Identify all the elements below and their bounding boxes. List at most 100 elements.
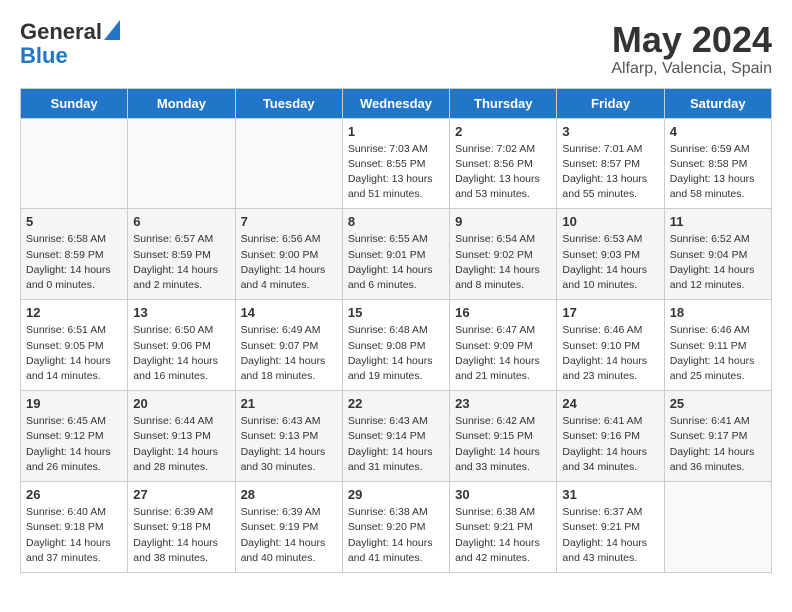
- day-number: 3: [562, 124, 658, 139]
- calendar-cell: 7 Sunrise: 6:56 AM Sunset: 9:00 PM Daylig…: [235, 209, 342, 300]
- day-info: Sunrise: 6:47 AM Sunset: 9:09 PM Dayligh…: [455, 323, 551, 384]
- calendar-cell: 9 Sunrise: 6:54 AM Sunset: 9:02 PM Daylig…: [450, 209, 557, 300]
- day-info: Sunrise: 6:43 AM Sunset: 9:13 PM Dayligh…: [241, 414, 337, 475]
- calendar-week-row: 5 Sunrise: 6:58 AM Sunset: 8:59 PM Daylig…: [21, 209, 772, 300]
- day-number: 5: [26, 214, 122, 229]
- calendar-cell: 25 Sunrise: 6:41 AM Sunset: 9:17 PM Dayli…: [664, 391, 771, 482]
- month-title: May 2024: [611, 20, 772, 60]
- calendar-cell: 22 Sunrise: 6:43 AM Sunset: 9:14 PM Dayli…: [342, 391, 449, 482]
- header-day-sunday: Sunday: [21, 88, 128, 118]
- calendar-cell: 19 Sunrise: 6:45 AM Sunset: 9:12 PM Dayli…: [21, 391, 128, 482]
- calendar-cell: [664, 482, 771, 573]
- day-number: 18: [670, 305, 766, 320]
- day-info: Sunrise: 6:54 AM Sunset: 9:02 PM Dayligh…: [455, 232, 551, 293]
- day-info: Sunrise: 6:44 AM Sunset: 9:13 PM Dayligh…: [133, 414, 229, 475]
- day-number: 17: [562, 305, 658, 320]
- day-number: 13: [133, 305, 229, 320]
- day-info: Sunrise: 6:42 AM Sunset: 9:15 PM Dayligh…: [455, 414, 551, 475]
- day-info: Sunrise: 6:43 AM Sunset: 9:14 PM Dayligh…: [348, 414, 444, 475]
- calendar-week-row: 1Sunrise: 7:03 AM Sunset: 8:55 PM Daylig…: [21, 118, 772, 209]
- day-info: Sunrise: 6:39 AM Sunset: 9:18 PM Dayligh…: [133, 505, 229, 566]
- day-info: Sunrise: 6:38 AM Sunset: 9:20 PM Dayligh…: [348, 505, 444, 566]
- calendar-cell: 15Sunrise: 6:48 AM Sunset: 9:08 PM Dayli…: [342, 300, 449, 391]
- day-info: Sunrise: 7:01 AM Sunset: 8:57 PM Dayligh…: [562, 142, 658, 203]
- header-day-friday: Friday: [557, 88, 664, 118]
- day-number: 7: [241, 214, 337, 229]
- day-number: 20: [133, 396, 229, 411]
- day-number: 10: [562, 214, 658, 229]
- calendar-cell: 12 Sunrise: 6:51 AM Sunset: 9:05 PM Dayli…: [21, 300, 128, 391]
- day-number: 2: [455, 124, 551, 139]
- calendar-cell: 11 Sunrise: 6:52 AM Sunset: 9:04 PM Dayli…: [664, 209, 771, 300]
- logo-text-line1: General: [20, 20, 102, 44]
- day-number: 24: [562, 396, 658, 411]
- day-info: Sunrise: 6:58 AM Sunset: 8:59 PM Dayligh…: [26, 232, 122, 293]
- day-number: 6: [133, 214, 229, 229]
- calendar-cell: 16 Sunrise: 6:47 AM Sunset: 9:09 PM Dayli…: [450, 300, 557, 391]
- calendar-cell: 5 Sunrise: 6:58 AM Sunset: 8:59 PM Daylig…: [21, 209, 128, 300]
- day-number: 19: [26, 396, 122, 411]
- day-info: Sunrise: 6:41 AM Sunset: 9:17 PM Dayligh…: [670, 414, 766, 475]
- day-info: Sunrise: 6:51 AM Sunset: 9:05 PM Dayligh…: [26, 323, 122, 384]
- day-number: 8: [348, 214, 444, 229]
- day-number: 16: [455, 305, 551, 320]
- calendar-cell: 6 Sunrise: 6:57 AM Sunset: 8:59 PM Daylig…: [128, 209, 235, 300]
- calendar-cell: 24 Sunrise: 6:41 AM Sunset: 9:16 PM Dayli…: [557, 391, 664, 482]
- page-header: General Blue May 2024 Alfarp, Valencia, …: [20, 20, 772, 78]
- calendar-cell: 28Sunrise: 6:39 AM Sunset: 9:19 PM Dayli…: [235, 482, 342, 573]
- day-number: 26: [26, 487, 122, 502]
- day-number: 25: [670, 396, 766, 411]
- day-info: Sunrise: 6:56 AM Sunset: 9:00 PM Dayligh…: [241, 232, 337, 293]
- calendar-header-row: SundayMondayTuesdayWednesdayThursdayFrid…: [21, 88, 772, 118]
- day-info: Sunrise: 6:57 AM Sunset: 8:59 PM Dayligh…: [133, 232, 229, 293]
- day-info: Sunrise: 6:45 AM Sunset: 9:12 PM Dayligh…: [26, 414, 122, 475]
- day-number: 31: [562, 487, 658, 502]
- day-info: Sunrise: 6:52 AM Sunset: 9:04 PM Dayligh…: [670, 232, 766, 293]
- calendar-cell: [235, 118, 342, 209]
- calendar-cell: 8 Sunrise: 6:55 AM Sunset: 9:01 PM Daylig…: [342, 209, 449, 300]
- header-day-saturday: Saturday: [664, 88, 771, 118]
- day-number: 9: [455, 214, 551, 229]
- day-number: 23: [455, 396, 551, 411]
- calendar-cell: 14 Sunrise: 6:49 AM Sunset: 9:07 PM Dayli…: [235, 300, 342, 391]
- day-info: Sunrise: 6:38 AM Sunset: 9:21 PM Dayligh…: [455, 505, 551, 566]
- day-number: 11: [670, 214, 766, 229]
- day-info: Sunrise: 6:59 AM Sunset: 8:58 PM Dayligh…: [670, 142, 766, 203]
- day-number: 30: [455, 487, 551, 502]
- calendar-cell: 3 Sunrise: 7:01 AM Sunset: 8:57 PM Daylig…: [557, 118, 664, 209]
- calendar-week-row: 26Sunrise: 6:40 AM Sunset: 9:18 PM Dayli…: [21, 482, 772, 573]
- day-info: Sunrise: 7:02 AM Sunset: 8:56 PM Dayligh…: [455, 142, 551, 203]
- calendar-table: SundayMondayTuesdayWednesdayThursdayFrid…: [20, 88, 772, 573]
- calendar-cell: 4 Sunrise: 6:59 AM Sunset: 8:58 PM Daylig…: [664, 118, 771, 209]
- day-info: Sunrise: 6:37 AM Sunset: 9:21 PM Dayligh…: [562, 505, 658, 566]
- header-day-tuesday: Tuesday: [235, 88, 342, 118]
- day-info: Sunrise: 6:55 AM Sunset: 9:01 PM Dayligh…: [348, 232, 444, 293]
- day-number: 4: [670, 124, 766, 139]
- day-number: 15: [348, 305, 444, 320]
- calendar-cell: 20 Sunrise: 6:44 AM Sunset: 9:13 PM Dayli…: [128, 391, 235, 482]
- day-info: Sunrise: 6:49 AM Sunset: 9:07 PM Dayligh…: [241, 323, 337, 384]
- calendar-week-row: 19 Sunrise: 6:45 AM Sunset: 9:12 PM Dayli…: [21, 391, 772, 482]
- day-info: Sunrise: 7:03 AM Sunset: 8:55 PM Dayligh…: [348, 142, 444, 203]
- calendar-cell: 23 Sunrise: 6:42 AM Sunset: 9:15 PM Dayli…: [450, 391, 557, 482]
- day-number: 22: [348, 396, 444, 411]
- location: Alfarp, Valencia, Spain: [611, 60, 772, 78]
- calendar-cell: 30 Sunrise: 6:38 AM Sunset: 9:21 PM Dayli…: [450, 482, 557, 573]
- day-info: Sunrise: 6:53 AM Sunset: 9:03 PM Dayligh…: [562, 232, 658, 293]
- day-number: 14: [241, 305, 337, 320]
- calendar-week-row: 12 Sunrise: 6:51 AM Sunset: 9:05 PM Dayli…: [21, 300, 772, 391]
- calendar-cell: [21, 118, 128, 209]
- logo-triangle-icon: [104, 20, 120, 40]
- calendar-cell: 2 Sunrise: 7:02 AM Sunset: 8:56 PM Daylig…: [450, 118, 557, 209]
- title-block: May 2024 Alfarp, Valencia, Spain: [611, 20, 772, 78]
- logo-text-line2: Blue: [20, 43, 68, 68]
- day-number: 12: [26, 305, 122, 320]
- header-day-monday: Monday: [128, 88, 235, 118]
- calendar-cell: 29 Sunrise: 6:38 AM Sunset: 9:20 PM Dayli…: [342, 482, 449, 573]
- logo: General Blue: [20, 20, 120, 68]
- header-day-wednesday: Wednesday: [342, 88, 449, 118]
- day-info: Sunrise: 6:41 AM Sunset: 9:16 PM Dayligh…: [562, 414, 658, 475]
- day-number: 21: [241, 396, 337, 411]
- calendar-cell: 31 Sunrise: 6:37 AM Sunset: 9:21 PM Dayli…: [557, 482, 664, 573]
- day-number: 29: [348, 487, 444, 502]
